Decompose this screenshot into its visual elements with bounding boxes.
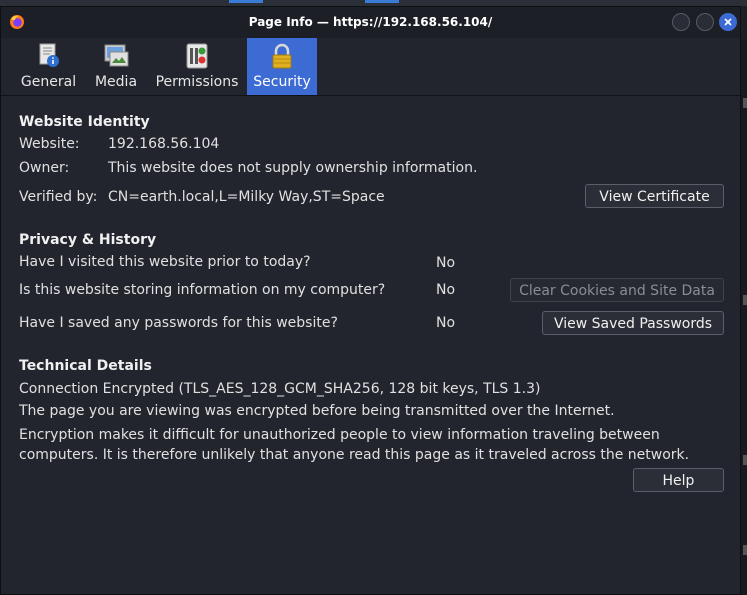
close-icon [724, 18, 732, 26]
website-identity-heading: Website Identity [19, 114, 150, 130]
permissions-icon [186, 43, 208, 69]
visited-before-question: Have I visited this website prior to tod… [19, 254, 311, 270]
lock-icon [272, 43, 292, 69]
tab-media-label: Media [94, 74, 138, 90]
saved-passwords-question: Have I saved any passwords for this webs… [19, 315, 338, 331]
background-window-edge [741, 40, 747, 595]
storing-info-question: Is this website storing information on m… [19, 282, 386, 298]
encrypted-transmit-text: The page you are viewing was encrypted b… [19, 403, 615, 419]
website-label: Website: [19, 136, 80, 152]
tab-general-label: General [20, 74, 77, 90]
tab-security[interactable]: Security [247, 38, 317, 95]
clear-cookies-button[interactable]: Clear Cookies and Site Data [510, 278, 724, 302]
title-bar[interactable]: Page Info — https://192.168.56.104/ [1, 7, 740, 38]
media-icon [104, 44, 129, 67]
website-value: 192.168.56.104 [108, 136, 220, 152]
desktop-indicator [229, 0, 263, 3]
storing-info-answer: No [436, 282, 456, 298]
help-button[interactable]: Help [633, 468, 724, 492]
tab-general[interactable]: General [13, 38, 84, 95]
tab-permissions-label: Permissions [155, 74, 239, 90]
window-title: Page Info — https://192.168.56.104/ [248, 15, 493, 29]
verified-by-label: Verified by: [19, 189, 98, 205]
encryption-explanation-text: Encryption makes it difficult for unauth… [19, 427, 690, 463]
close-button[interactable] [719, 13, 737, 31]
connection-encrypted-text: Connection Encrypted (TLS_AES_128_GCM_SH… [19, 381, 541, 397]
owner-value: This website does not supply ownership i… [108, 160, 478, 176]
technical-details-heading: Technical Details [19, 358, 152, 374]
tab-media[interactable]: Media [86, 38, 146, 95]
view-saved-passwords-button[interactable]: View Saved Passwords [542, 311, 724, 335]
info-page-icon [39, 43, 59, 67]
maximize-button[interactable] [696, 13, 714, 31]
visited-before-answer: No [436, 255, 456, 271]
view-certificate-button[interactable]: View Certificate [585, 184, 724, 208]
tab-permissions[interactable]: Permissions [148, 38, 246, 95]
tab-security-label: Security [253, 74, 311, 90]
page-info-dialog: Page Info — https://192.168.56.104/ Gene… [0, 6, 741, 595]
minimize-button[interactable] [672, 13, 690, 31]
security-panel: Website Identity Website: 192.168.56.104… [1, 96, 740, 594]
desktop-indicator [365, 0, 399, 3]
verified-by-value: CN=earth.local,L=Milky Way,ST=Space [108, 189, 385, 205]
owner-label: Owner: [19, 160, 70, 176]
saved-passwords-answer: No [436, 315, 456, 331]
privacy-history-heading: Privacy & History [19, 232, 157, 248]
